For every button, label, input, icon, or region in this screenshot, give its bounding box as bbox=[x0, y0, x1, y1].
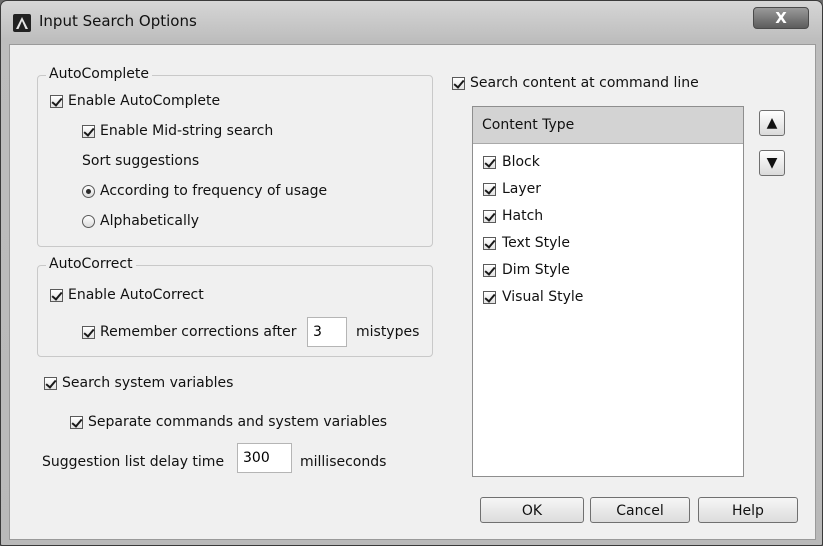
mistypes-count-input[interactable] bbox=[307, 317, 347, 347]
autocad-logo-icon bbox=[13, 14, 31, 32]
content-type-header[interactable]: Content Type bbox=[473, 107, 743, 144]
autocomplete-legend: AutoComplete bbox=[46, 66, 152, 82]
dialog-window: Input Search Options X AutoComplete Enab… bbox=[0, 0, 823, 546]
sort-frequency-radio[interactable] bbox=[82, 185, 95, 198]
enable-autocomplete-label[interactable]: Enable AutoComplete bbox=[68, 92, 220, 110]
enable-autocorrect-label[interactable]: Enable AutoCorrect bbox=[68, 286, 204, 304]
cancel-button[interactable]: Cancel bbox=[590, 497, 690, 523]
content-type-list[interactable]: Content Type Block Layer Hatch Text Styl… bbox=[472, 106, 744, 477]
enable-autocomplete-checkbox[interactable] bbox=[50, 95, 63, 108]
content-item-checkbox[interactable] bbox=[483, 156, 496, 169]
title-bar[interactable]: Input Search Options X bbox=[1, 1, 822, 43]
separate-commands-label[interactable]: Separate commands and system variables bbox=[88, 413, 387, 431]
content-item-checkbox[interactable] bbox=[483, 237, 496, 250]
delay-time-label: Suggestion list delay time bbox=[42, 454, 225, 470]
remember-corrections-label[interactable]: Remember corrections after bbox=[100, 323, 297, 341]
content-item-checkbox[interactable] bbox=[483, 210, 496, 223]
remember-corrections-checkbox[interactable] bbox=[82, 326, 95, 339]
delay-time-input[interactable] bbox=[237, 443, 292, 473]
search-system-variables-checkbox[interactable] bbox=[44, 377, 57, 390]
content-item-label[interactable]: Visual Style bbox=[502, 288, 583, 306]
autocorrect-legend: AutoCorrect bbox=[46, 256, 136, 272]
sort-alphabetical-radio[interactable] bbox=[82, 215, 95, 228]
window-title: Input Search Options bbox=[39, 12, 197, 30]
help-button[interactable]: Help bbox=[698, 497, 798, 523]
content-item-checkbox[interactable] bbox=[483, 291, 496, 304]
mistypes-label: mistypes bbox=[356, 324, 420, 340]
content-item-label[interactable]: Text Style bbox=[502, 234, 570, 252]
search-content-label[interactable]: Search content at command line bbox=[470, 74, 699, 92]
content-item-label[interactable]: Dim Style bbox=[502, 261, 570, 279]
sort-suggestions-label: Sort suggestions bbox=[82, 153, 200, 169]
content-item-checkbox[interactable] bbox=[483, 183, 496, 196]
triangle-up-icon: ▲ bbox=[766, 115, 778, 131]
separate-commands-checkbox[interactable] bbox=[70, 416, 83, 429]
content-item-label[interactable]: Hatch bbox=[502, 207, 543, 225]
dialog-content: AutoComplete Enable AutoComplete Enable … bbox=[9, 44, 816, 540]
move-up-button[interactable]: ▲ bbox=[759, 110, 785, 136]
midstring-search-checkbox[interactable] bbox=[82, 125, 95, 138]
content-type-header-label: Content Type bbox=[482, 117, 575, 133]
ok-button[interactable]: OK bbox=[480, 497, 584, 523]
milliseconds-label: milliseconds bbox=[300, 454, 387, 470]
sort-frequency-label[interactable]: According to frequency of usage bbox=[100, 182, 327, 200]
midstring-search-label[interactable]: Enable Mid-string search bbox=[100, 122, 273, 140]
content-item-label[interactable]: Layer bbox=[502, 180, 541, 198]
sort-alphabetical-label[interactable]: Alphabetically bbox=[100, 212, 199, 230]
content-item-label[interactable]: Block bbox=[502, 153, 540, 171]
content-item-checkbox[interactable] bbox=[483, 264, 496, 277]
close-button[interactable]: X bbox=[753, 7, 809, 29]
move-down-button[interactable]: ▼ bbox=[759, 150, 785, 176]
autocorrect-group: AutoCorrect bbox=[37, 256, 433, 357]
enable-autocorrect-checkbox[interactable] bbox=[50, 289, 63, 302]
search-content-checkbox[interactable] bbox=[452, 77, 465, 90]
search-system-variables-label[interactable]: Search system variables bbox=[62, 374, 233, 392]
triangle-down-icon: ▼ bbox=[766, 155, 778, 171]
